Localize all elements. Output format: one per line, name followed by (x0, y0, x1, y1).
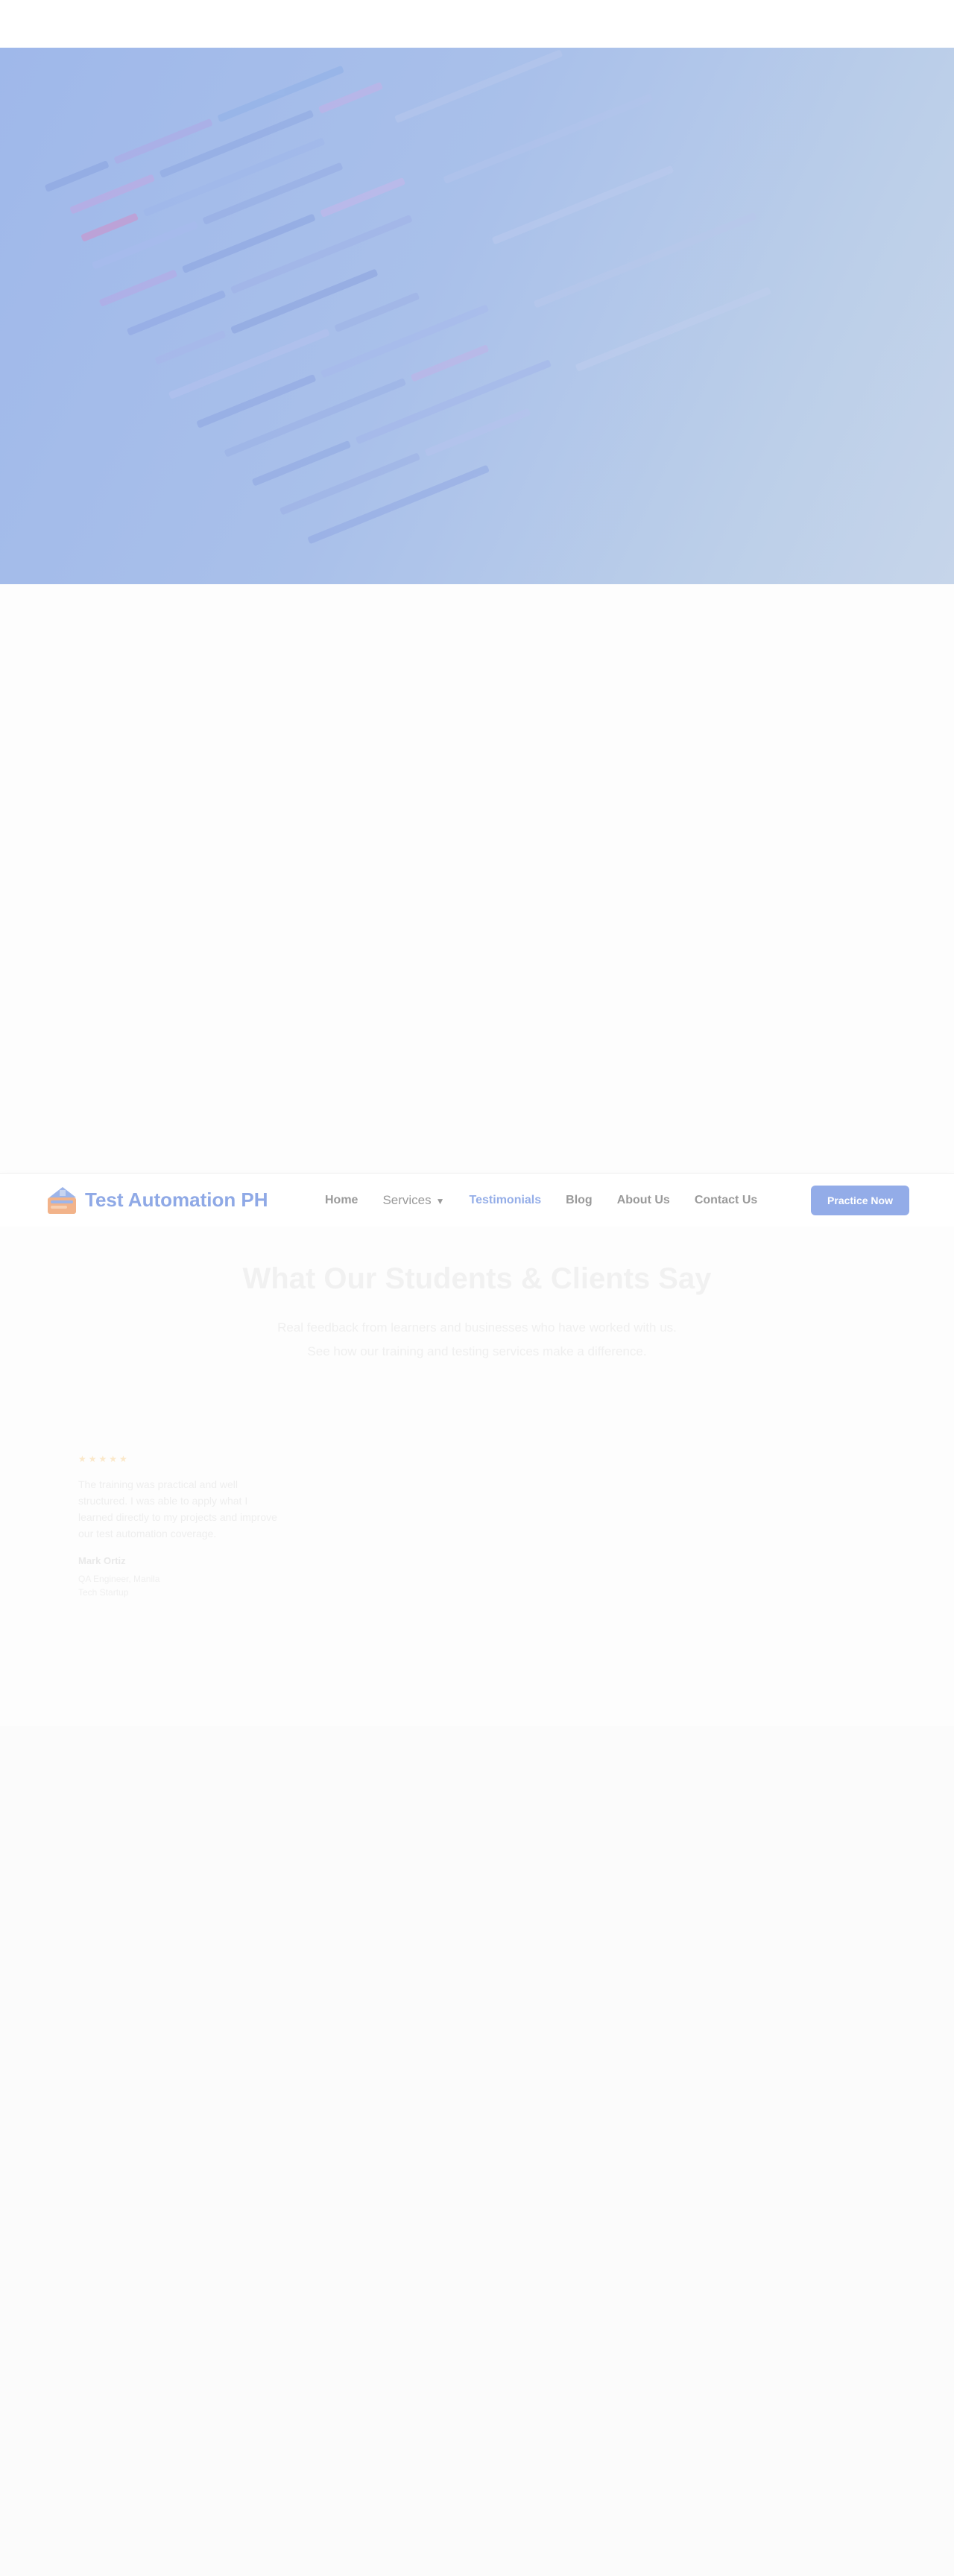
chevron-down-icon: ▼ (435, 1196, 445, 1206)
nav-about-us[interactable]: About Us (617, 1194, 670, 1207)
nav-services[interactable]: Services ▼ (382, 1193, 444, 1208)
nav-services-label: Services (382, 1193, 432, 1207)
nav-links: Home Services ▼ Testimonials Blog About U… (325, 1174, 782, 1227)
testimonial-role-line-2: Tech Startup (78, 1587, 129, 1598)
testimonials-title: What Our Students & Clients Say (242, 1262, 712, 1295)
testimonial-role-line-1: QA Engineer, Manila (78, 1574, 160, 1584)
blank-content-area (0, 584, 954, 1173)
nav-home[interactable]: Home (325, 1194, 358, 1207)
testimonials-section: What Our Students & Clients Say Real fee… (0, 1227, 954, 1726)
nav-testimonials[interactable]: Testimonials (470, 1194, 542, 1207)
brand[interactable]: Test Automation PH (46, 1184, 268, 1215)
testimonial-role: QA Engineer, Manila Tech Startup (78, 1572, 279, 1599)
code-background-image (45, 50, 771, 544)
testimonials-subtitle: Real feedback from learners and business… (277, 1320, 677, 1358)
nav-blog[interactable]: Blog (566, 1194, 593, 1207)
testimonial-author: Mark Ortiz (78, 1555, 126, 1566)
main-navbar: Test Automation PH Home Services ▼ Testim… (0, 1173, 954, 1227)
top-blank-strip (0, 0, 954, 48)
hero-banner (0, 48, 954, 584)
testimonial-quote: The training was practical and well stru… (78, 1478, 277, 1539)
lower-blank-section (0, 1726, 954, 2576)
testimonial-card: ★★★★★ The training was practical and wel… (78, 1454, 279, 1599)
practice-now-button[interactable]: Practice Now (811, 1186, 909, 1215)
star-rating: ★★★★★ (78, 1454, 130, 1464)
nav-contact-us[interactable]: Contact Us (695, 1194, 757, 1207)
brand-name: Test Automation PH (85, 1188, 268, 1211)
brand-logo-icon (48, 1187, 76, 1214)
